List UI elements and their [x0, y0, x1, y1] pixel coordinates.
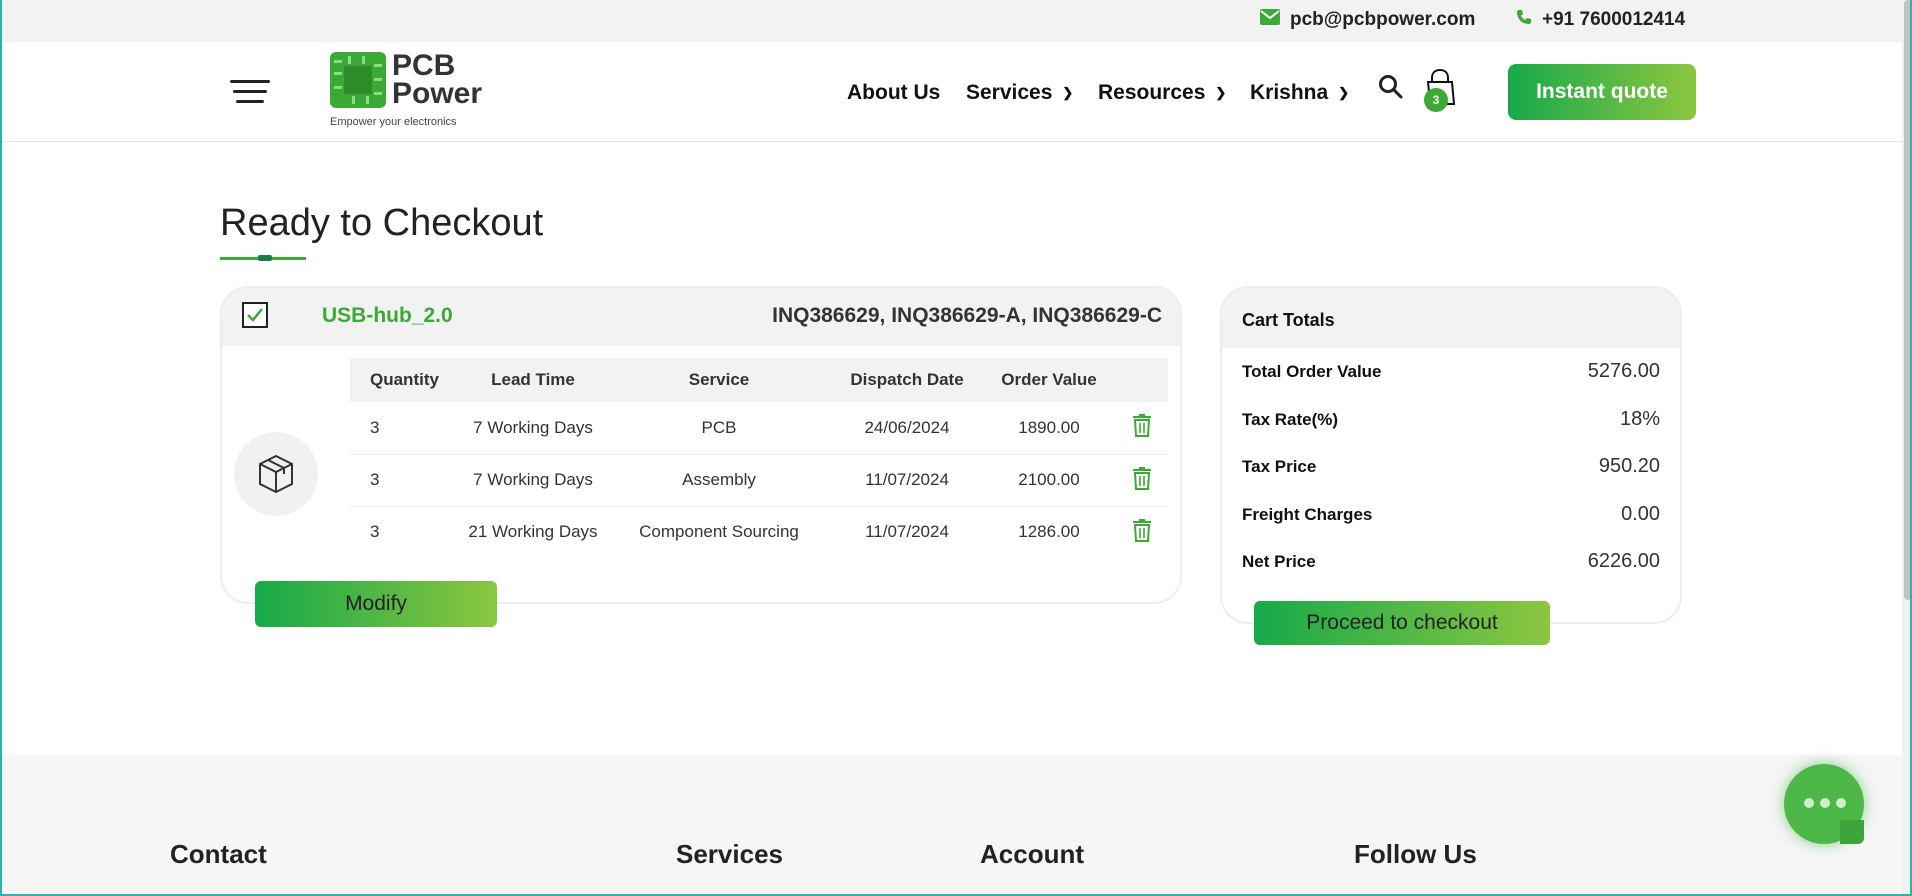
mail-icon [1260, 9, 1280, 31]
cell-order-value: 1286.00 [1018, 522, 1080, 542]
total-order-value-row: Total Order Value 5276.00 [1242, 360, 1660, 382]
site-header: PCB Power Empower your electronics About… [2, 42, 1902, 142]
cell-quantity: 3 [370, 522, 380, 542]
cell-dispatch-date: 11/07/2024 [832, 454, 982, 507]
chevron-down-icon: ❯ [1215, 85, 1227, 100]
order-select-checkbox[interactable] [242, 302, 268, 328]
project-name[interactable]: USB-hub_2.0 [322, 304, 453, 328]
logo-name: PCB Power [392, 49, 483, 110]
cell-dispatch-date: 24/06/2024 [832, 402, 982, 455]
cell-lead-time: 7 Working Days [460, 454, 606, 507]
logo-tagline: Empower your electronics [330, 116, 457, 128]
instant-quote-button[interactable]: Instant quote [1508, 64, 1696, 120]
email-link[interactable]: pcb@pcbpower.com [1260, 8, 1475, 32]
phone-text: +91 7600012414 [1542, 9, 1686, 30]
table-row: 3 7 Working Days PCB 24/06/2024 1890.00 [350, 402, 1168, 455]
cell-delete [1116, 402, 1168, 455]
footer-heading-services: Services [676, 839, 783, 869]
cell-order-value: 2100.00 [982, 454, 1116, 507]
cart-totals-header: Cart Totals [1222, 288, 1680, 348]
cell-dispatch-date: 11/07/2024 [865, 522, 949, 542]
table-row: 3 7 Working Days Assembly 11/07/2024 210… [350, 454, 1168, 507]
menu-icon[interactable] [230, 80, 270, 104]
footer-heading-account: Account [980, 839, 1084, 869]
column-header: Lead Time [460, 358, 606, 402]
order-card-header: USB-hub_2.0 INQ386629, INQ386629-A, INQ3… [222, 288, 1180, 346]
inquiry-ids: INQ386629, INQ386629-A, INQ386629-C [772, 304, 1162, 327]
package-icon [259, 454, 293, 494]
order-items-table: Quantity Lead Time Service Dispatch Date… [350, 358, 1168, 558]
phone-icon [1516, 9, 1532, 31]
ellipsis-icon [1804, 798, 1846, 810]
footer-heading-contact: Contact [170, 839, 267, 869]
chat-widget-button[interactable] [1784, 764, 1864, 844]
email-text: pcb@pcbpower.com [1290, 9, 1476, 30]
modify-button[interactable]: Modify [255, 581, 497, 627]
site-footer: Contact Services Account Follow Us [2, 755, 1902, 894]
top-contact-bar: pcb@pcbpower.com +91 7600012414 [2, 0, 1902, 42]
nav-services[interactable]: Services ❯ [966, 78, 1073, 108]
cell-quantity: 3 [350, 454, 460, 507]
proceed-to-checkout-button[interactable]: Proceed to checkout [1254, 601, 1550, 645]
cell-delete [1116, 454, 1168, 507]
cell-service: PCB [606, 402, 832, 455]
column-header-empty [1116, 358, 1168, 402]
site-logo[interactable]: PCB Power Empower your electronics [330, 49, 490, 134]
net-price-row: Net Price 6226.00 [1242, 550, 1660, 572]
table-row: 3 21 Working Days Component Sourcing 11/… [350, 506, 1168, 558]
trash-icon[interactable] [1132, 466, 1152, 495]
cell-lead-time: 21 Working Days [468, 522, 598, 542]
chat-bubble-tail [1840, 820, 1864, 844]
search-icon[interactable] [1378, 74, 1408, 104]
cart-count-badge: 3 [1424, 88, 1448, 112]
tax-rate-row: Tax Rate(%) 18% [1242, 408, 1660, 430]
scrollbar-thumb[interactable] [1904, 0, 1910, 600]
cart-totals-title: Cart Totals [1242, 310, 1335, 330]
page-scrollbar[interactable] [1902, 0, 1910, 894]
order-card: USB-hub_2.0 INQ386629, INQ386629-A, INQ3… [220, 286, 1182, 604]
cell-service: Assembly [606, 454, 832, 507]
chevron-down-icon: ❯ [1338, 85, 1350, 100]
freight-charges-row: Freight Charges 0.00 [1242, 503, 1660, 525]
page-title: Ready to Checkout [220, 202, 544, 244]
nav-resources[interactable]: Resources ❯ [1098, 78, 1226, 108]
cell-lead-time: 7 Working Days [460, 402, 606, 455]
column-header: Quantity [350, 358, 460, 402]
cell-quantity: 3 [350, 402, 460, 455]
table-header-row: Quantity Lead Time Service Dispatch Date… [350, 358, 1168, 402]
nav-account-krishna[interactable]: Krishna ❯ [1250, 78, 1349, 108]
chevron-down-icon: ❯ [1062, 85, 1074, 100]
column-header: Order Value [982, 358, 1116, 402]
package-icon-wrap [234, 432, 318, 516]
column-header: Dispatch Date [832, 358, 982, 402]
footer-heading-follow-us: Follow Us [1354, 839, 1477, 869]
phone-link[interactable]: +91 7600012414 [1516, 8, 1685, 32]
cell-delete [1116, 506, 1168, 558]
cell-service: Component Sourcing [639, 522, 799, 542]
trash-icon[interactable] [1132, 413, 1152, 442]
column-header: Service [606, 358, 832, 402]
cart-totals-card: Cart Totals Total Order Value 5276.00 Ta… [1220, 286, 1682, 624]
title-underline-accent [258, 255, 272, 261]
circuit-chip-icon [330, 52, 386, 108]
nav-about-us[interactable]: About Us [847, 78, 940, 108]
cell-order-value: 1890.00 [982, 402, 1116, 455]
trash-icon[interactable] [1132, 518, 1152, 547]
tax-price-row: Tax Price 950.20 [1242, 455, 1660, 477]
